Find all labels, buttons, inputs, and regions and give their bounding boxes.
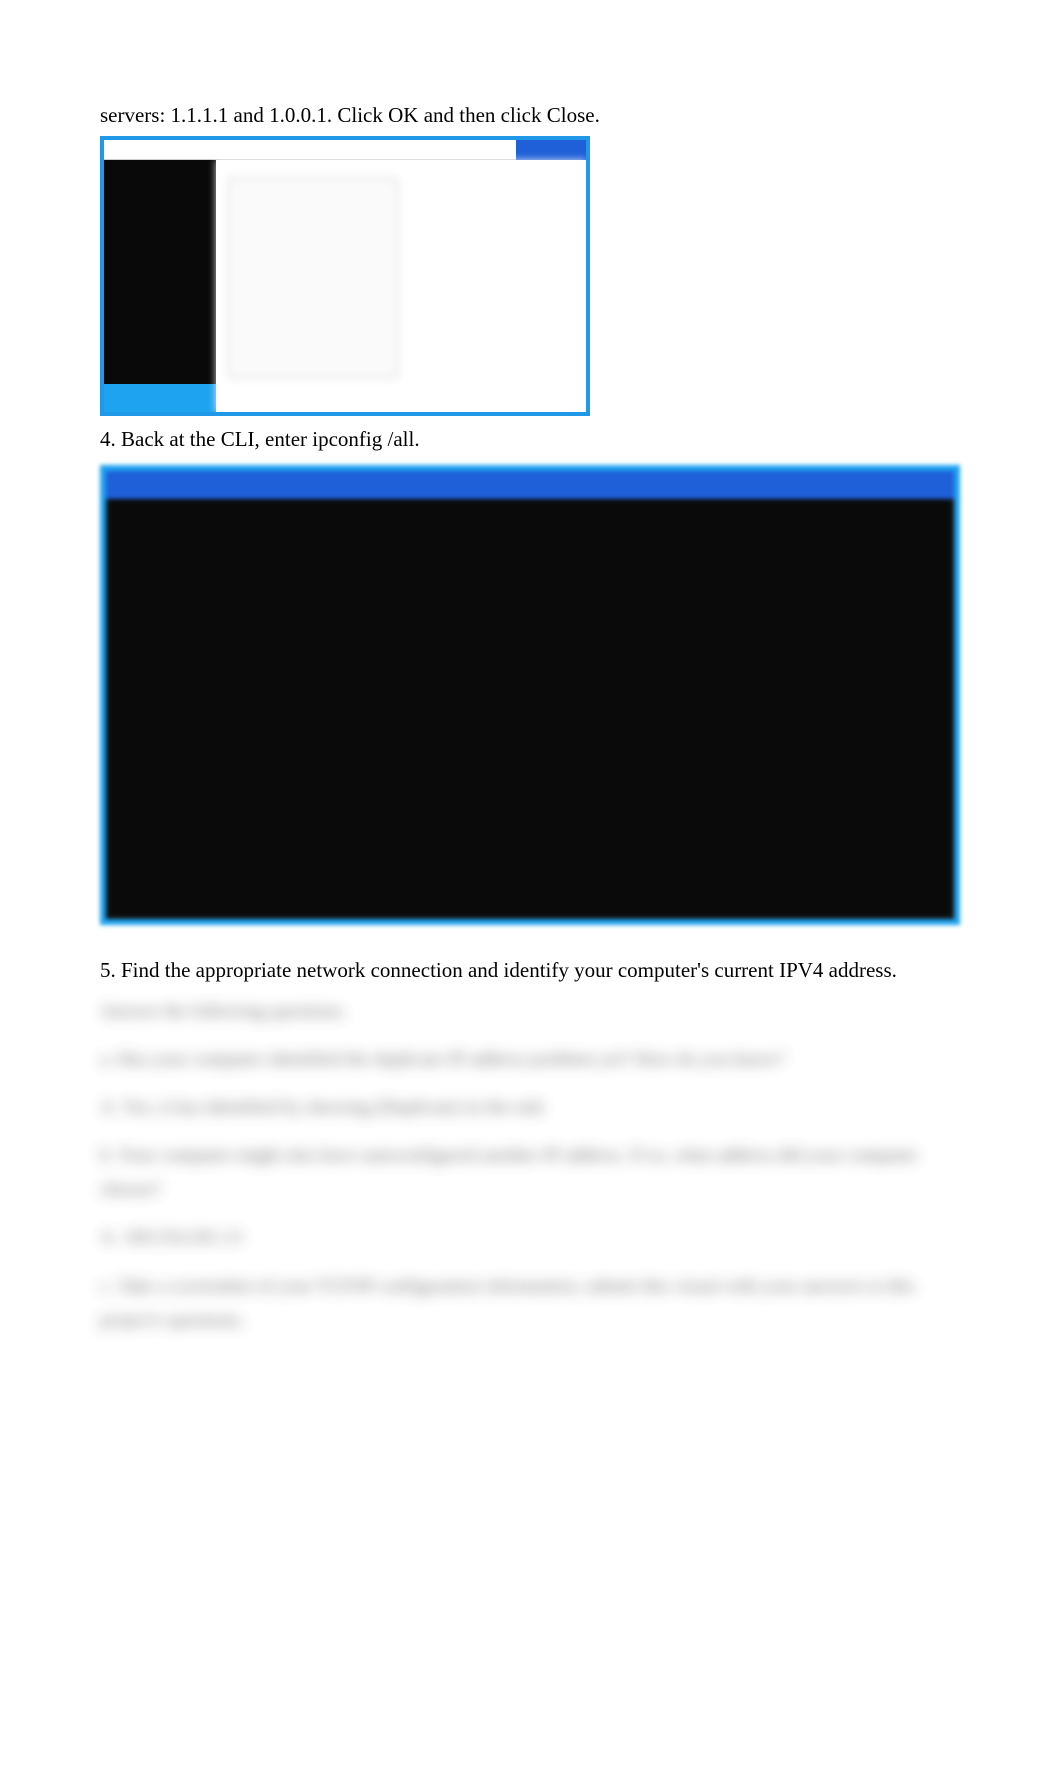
screenshot-ipconfig [100,465,960,925]
question-c: c. Take a screenshot of your TCP/IP conf… [100,1270,962,1338]
bottom-accent [104,384,216,412]
properties-pane [216,160,586,412]
question-b: b. Your computer might also have autocon… [100,1139,962,1207]
terminal-output [110,499,950,915]
dialog-body [104,160,586,412]
step-5-text: 5. Find the appropriate network connecti… [100,955,962,987]
answer-a: A. Yes, it has identified by showing (Du… [100,1091,962,1125]
questions-heading: Answer the following questions. [100,995,962,1029]
step-4-text: 4. Back at the CLI, enter ipconfig /all. [100,424,962,456]
screenshot-network-dialog [100,136,590,416]
ipv4-properties-box [228,178,398,378]
title-accent [516,140,586,160]
terminal-titlebar [106,471,954,499]
answer-b: A. 169.254.201.13 [100,1221,962,1255]
blurred-questions: Answer the following questions. a. Has y… [100,995,962,1339]
question-a: a. Has your computer identified the dupl… [100,1043,962,1077]
dialog-titlebar [104,140,586,160]
console-pane [104,160,216,412]
intro-text: servers: 1.1.1.1 and 1.0.0.1. Click OK a… [100,100,962,132]
